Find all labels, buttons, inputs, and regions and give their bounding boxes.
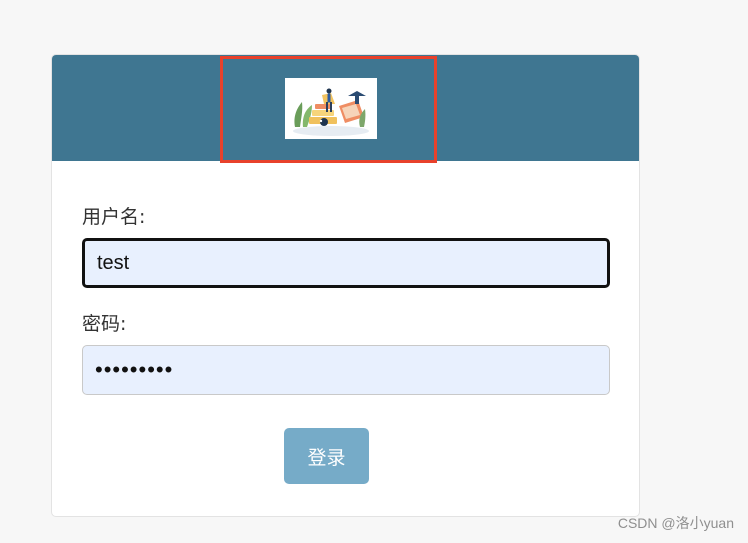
watermark-text: CSDN @洛小yuan (617, 515, 734, 531)
login-card: 用户名: 密码: 登录 (51, 54, 640, 517)
username-input[interactable] (82, 238, 610, 288)
login-button[interactable]: 登录 (284, 428, 369, 484)
username-label: 用户名: (82, 206, 146, 228)
login-header (52, 55, 639, 163)
password-label: 密码: (82, 313, 127, 335)
password-input[interactable] (82, 345, 610, 395)
librarian-logo (285, 78, 377, 139)
